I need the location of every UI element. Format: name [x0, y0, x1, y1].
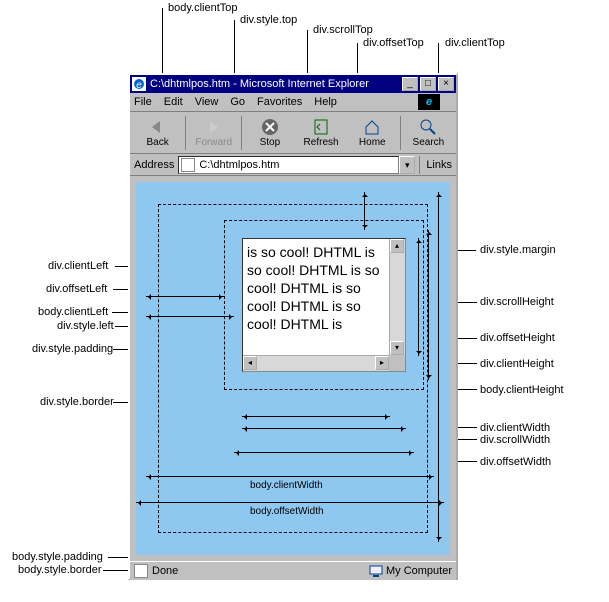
dim-div-offsetWidth: [234, 452, 414, 453]
label-div-scrollWidth: div.scrollWidth: [480, 434, 550, 446]
toolbar: Back Forward Stop Refresh Home Search: [130, 112, 456, 154]
diagram-stage: body.clientTop div.style.top div.scrollT…: [0, 0, 609, 602]
label-div-style-border: div.style.border: [40, 396, 114, 408]
refresh-icon: [311, 118, 331, 136]
label-div-clientTop: div.clientTop: [445, 37, 505, 49]
client-area: is so cool! DHTML is so cool! DHTML is s…: [130, 176, 456, 561]
label-body-clientLeft: body.clientLeft: [38, 306, 108, 318]
back-button[interactable]: Back: [132, 114, 183, 152]
dim-div-offsetHeight: [428, 230, 429, 380]
menu-help[interactable]: Help: [314, 96, 337, 108]
computer-icon: [369, 564, 383, 578]
zone-indicator: My Computer: [369, 564, 452, 578]
label-div-style-top: div.style.top: [240, 14, 297, 26]
address-dropdown[interactable]: ▾: [399, 156, 415, 174]
search-button[interactable]: Search: [403, 114, 454, 152]
back-icon: [148, 118, 168, 136]
dim-body-clientWidth: [146, 476, 434, 477]
horizontal-scrollbar[interactable]: ◂ ▸: [243, 355, 389, 371]
label-div-style-margin: div.style.margin: [480, 244, 556, 256]
statusbar: Done My Computer: [130, 561, 456, 580]
search-label: Search: [413, 137, 445, 148]
label-body-clientWidth: body.clientWidth: [250, 480, 323, 491]
forward-icon: [204, 118, 224, 136]
label-div-offsetWidth: div.offsetWidth: [480, 456, 551, 468]
label-div-clientWidth: div.clientWidth: [480, 422, 550, 434]
label-body-style-border: body.style.border: [18, 564, 102, 576]
menu-favorites[interactable]: Favorites: [257, 96, 302, 108]
address-input[interactable]: C:\dhtmlpos.htm: [178, 156, 399, 174]
done-icon: [134, 564, 148, 578]
scroll-down-icon[interactable]: ▾: [390, 341, 404, 355]
stop-icon: [260, 118, 280, 136]
ie-window: e C:\dhtmlpos.htm - Microsoft Internet E…: [128, 73, 458, 580]
label-body-clientHeight: body.clientHeight: [480, 384, 564, 396]
home-icon: [362, 118, 382, 136]
label-div-offsetLeft: div.offsetLeft: [46, 283, 107, 295]
dim-div-clientWidth: [242, 416, 390, 417]
separator: [185, 116, 186, 150]
links-label[interactable]: Links: [426, 159, 452, 171]
scroll-up-icon[interactable]: ▴: [390, 239, 404, 253]
menu-go[interactable]: Go: [230, 96, 245, 108]
dim-div-style-top: [364, 192, 365, 230]
home-label: Home: [359, 137, 386, 148]
scroll-right-icon[interactable]: ▸: [375, 356, 389, 370]
separator: [419, 156, 420, 174]
menu-view[interactable]: View: [195, 96, 219, 108]
label-body-clientTop: body.clientTop: [168, 2, 238, 14]
label-div-offsetTop: div.offsetTop: [363, 37, 424, 49]
stop-button[interactable]: Stop: [244, 114, 295, 152]
close-button[interactable]: ×: [438, 77, 454, 91]
home-button[interactable]: Home: [347, 114, 398, 152]
scroll-corner: [389, 355, 405, 371]
menu-file[interactable]: File: [134, 96, 152, 108]
app-icon: e: [132, 77, 146, 91]
label-div-clientLeft: div.clientLeft: [48, 260, 108, 272]
label-div-clientHeight: div.clientHeight: [480, 358, 554, 370]
back-label: Back: [146, 137, 168, 148]
scroll-left-icon[interactable]: ◂: [243, 356, 257, 370]
titlebar[interactable]: e C:\dhtmlpos.htm - Microsoft Internet E…: [130, 75, 456, 93]
separator: [400, 116, 401, 150]
address-label: Address: [134, 159, 174, 171]
dim-div-scrollWidth: [242, 428, 406, 429]
window-title: C:\dhtmlpos.htm - Microsoft Internet Exp…: [150, 78, 400, 90]
dim-div-offsetLeft: [146, 296, 224, 297]
dim-body-clientHeight: [438, 192, 439, 542]
label-div-style-padding: div.style.padding: [32, 343, 113, 355]
zone-text: My Computer: [386, 565, 452, 577]
dim-div-style-left: [146, 316, 234, 317]
label-div-scrollHeight: div.scrollHeight: [480, 296, 554, 308]
dim-div-clientHeight: [418, 238, 419, 356]
div-client-box: is so cool! DHTML is so cool! DHTML is s…: [242, 238, 406, 372]
search-icon: [418, 118, 438, 136]
menubar: File Edit View Go Favorites Help e: [130, 93, 456, 112]
div-content-text: is so cool! DHTML is so cool! DHTML is s…: [243, 239, 388, 337]
label-body-style-padding: body.style.padding: [12, 551, 103, 563]
refresh-label: Refresh: [304, 137, 339, 148]
label-div-scrollTop: div.scrollTop: [313, 24, 373, 36]
dim-body-offsetWidth: [136, 502, 444, 503]
ie-logo-icon: e: [418, 94, 440, 110]
maximize-button[interactable]: □: [420, 77, 436, 91]
vertical-scrollbar[interactable]: ▴ ▾: [389, 239, 405, 355]
minimize-button[interactable]: _: [402, 77, 418, 91]
forward-button[interactable]: Forward: [188, 114, 239, 152]
label-div-offsetHeight: div.offsetHeight: [480, 332, 555, 344]
menu-edit[interactable]: Edit: [164, 96, 183, 108]
address-value: C:\dhtmlpos.htm: [199, 159, 279, 171]
separator: [241, 116, 242, 150]
label-div-style-left: div.style.left: [57, 320, 114, 332]
address-bar: Address C:\dhtmlpos.htm ▾ Links: [130, 154, 456, 176]
forward-label: Forward: [195, 137, 232, 148]
page-icon: [181, 158, 195, 172]
svg-text:e: e: [136, 80, 142, 91]
refresh-button[interactable]: Refresh: [295, 114, 346, 152]
stop-label: Stop: [260, 137, 281, 148]
status-text: Done: [152, 565, 369, 577]
label-body-offsetWidth: body.offsetWidth: [250, 506, 324, 517]
